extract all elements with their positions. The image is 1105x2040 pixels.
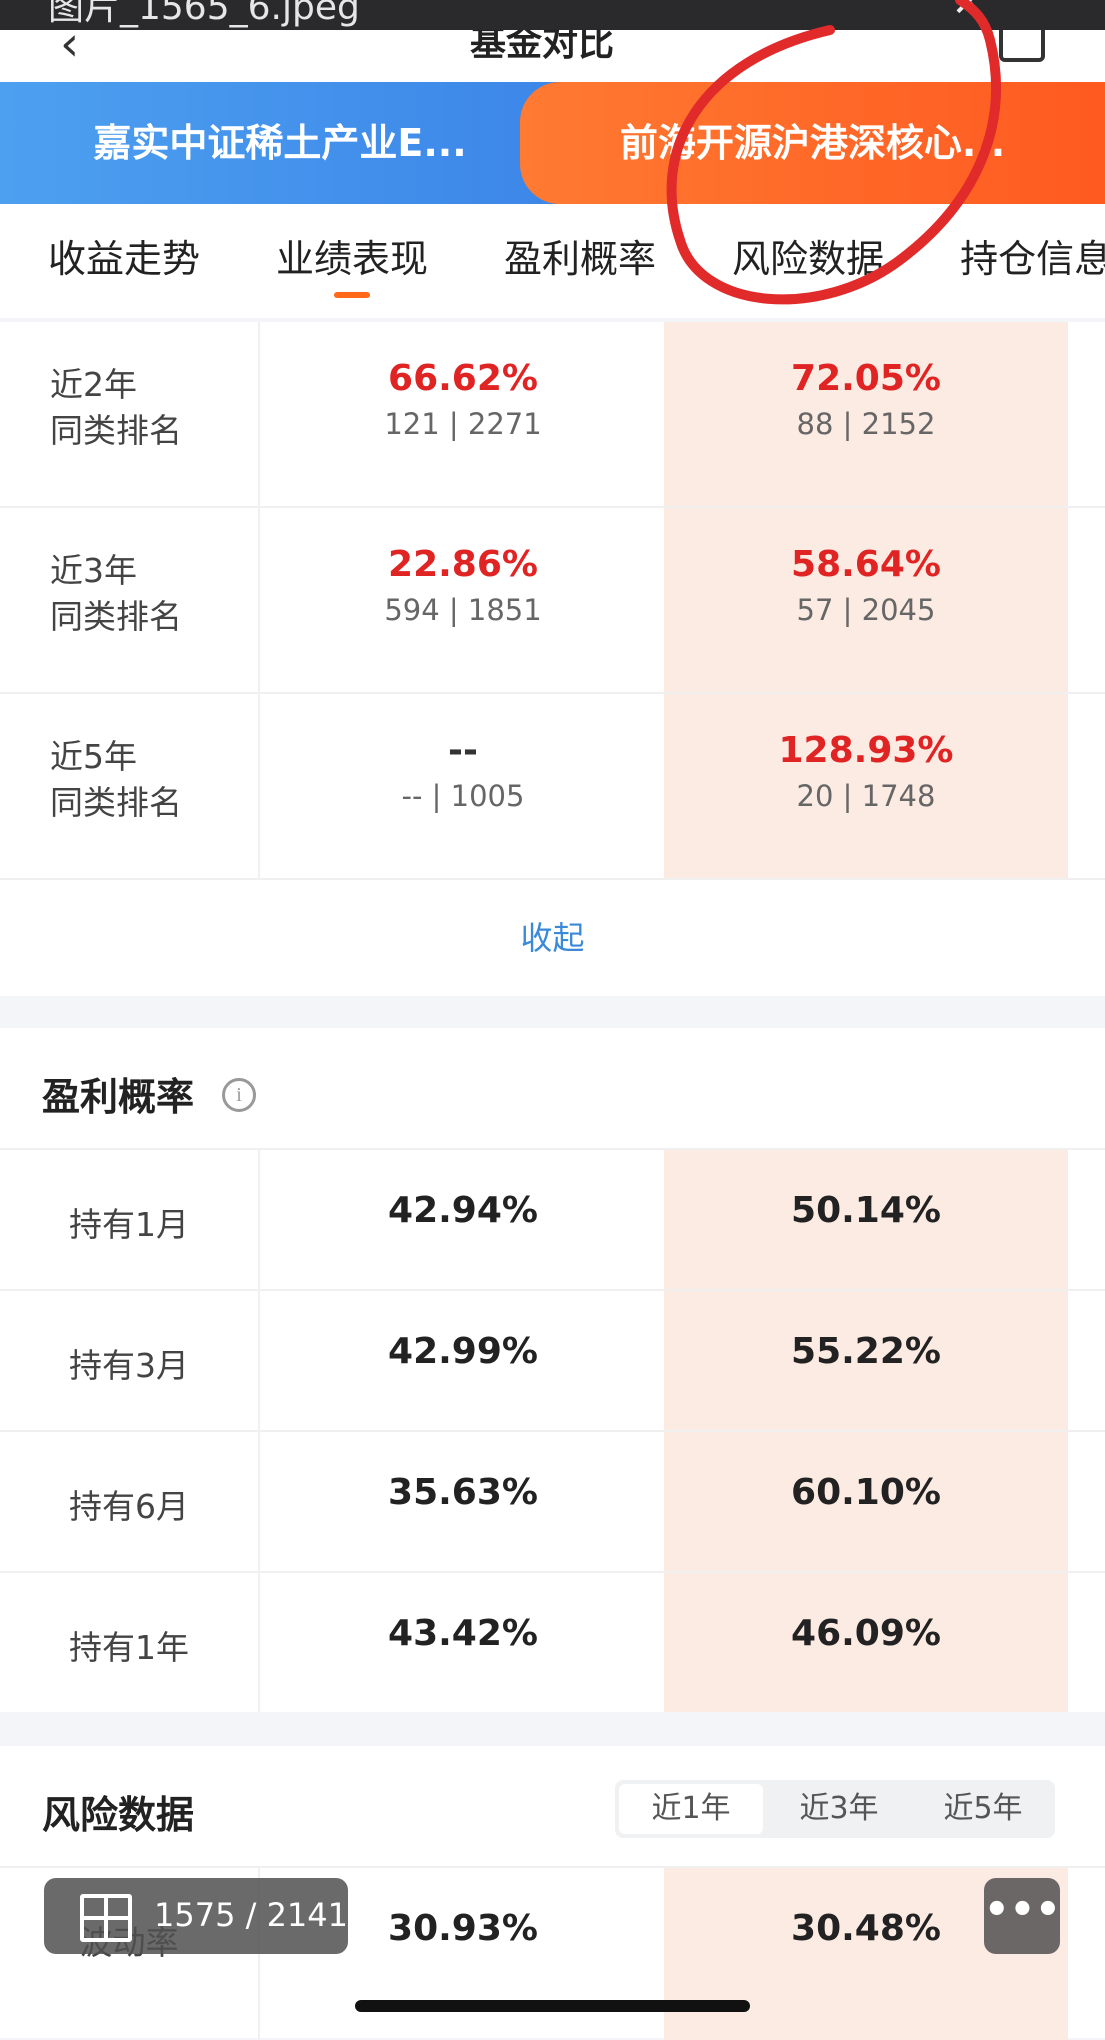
fund-a-return: 66.62% bbox=[388, 358, 538, 399]
fund-b-probability: 60.10% bbox=[791, 1472, 941, 1513]
grid-icon[interactable] bbox=[80, 1894, 132, 1942]
segment-1y[interactable]: 近1年 bbox=[619, 1784, 763, 1834]
close-icon[interactable]: ✕ bbox=[951, 0, 985, 26]
table-row: 近3年 同类排名 22.86% 594 | 1851 58.64% 57 | 2045 bbox=[0, 508, 1105, 694]
page-count: 1575 / 2141 bbox=[154, 1896, 348, 1934]
row-label: 持有6月 bbox=[69, 1487, 189, 1526]
fund-b-probability: 50.14% bbox=[791, 1190, 941, 1231]
period-segmented-control: 近1年 近3年 近5年 bbox=[615, 1780, 1055, 1838]
fund-a-return: 22.86% bbox=[388, 544, 538, 585]
viewer-topbar: 图片_1565_6.jpeg ✕ bbox=[0, 0, 1105, 30]
fund-a-rank: 121 | 2271 bbox=[384, 407, 542, 441]
fund-a-probability: 42.94% bbox=[388, 1190, 538, 1231]
section-tabs: 收益走势 业绩表现 盈利概率 风险数据 持仓信息 bbox=[0, 204, 1105, 318]
row-label: 持有3月 bbox=[69, 1346, 189, 1385]
table-row: 持有1月 42.94% 50.14% bbox=[0, 1148, 1105, 1289]
file-name: 图片_1565_6.jpeg bbox=[48, 0, 360, 28]
performance-table: 近2年 同类排名 66.62% 121 | 2271 72.05% 88 | 2152… bbox=[0, 322, 1105, 996]
chevron-left-icon[interactable]: ‹ bbox=[60, 30, 79, 72]
collapse-button[interactable]: 收起 bbox=[0, 880, 1105, 996]
fund-b-return: 128.93% bbox=[778, 730, 954, 771]
tab-holdings[interactable]: 持仓信息 bbox=[960, 204, 1105, 318]
tab-performance[interactable]: 业绩表现 bbox=[276, 204, 428, 318]
fund-a-rank: -- | 1005 bbox=[401, 779, 525, 813]
more-icon[interactable]: ••• bbox=[984, 1878, 1061, 1954]
fund-b-return: 58.64% bbox=[791, 544, 941, 585]
tab-risk-data[interactable]: 风险数据 bbox=[732, 204, 884, 318]
page-indicator[interactable]: 1575 / 2141 bbox=[44, 1878, 348, 1954]
row-label: 持有1年 bbox=[69, 1628, 189, 1667]
row-label: 近5年 同类排名 bbox=[50, 737, 182, 822]
profit-probability-section: 盈利概率 i 持有1月 42.94% 50.14% 持有3月 42.99% 55… bbox=[0, 1028, 1105, 1712]
fund-a-probability: 43.42% bbox=[388, 1613, 538, 1654]
table-row: 持有3月 42.99% 55.22% bbox=[0, 1289, 1105, 1430]
fund-compare-bar: 嘉实中证稀土产业E... 前海开源沪港深核心... bbox=[0, 82, 1105, 204]
segment-5y[interactable]: 近5年 bbox=[911, 1780, 1055, 1838]
home-indicator[interactable] bbox=[355, 2000, 750, 2012]
fund-right-name[interactable]: 前海开源沪港深核心... bbox=[520, 82, 1105, 204]
fund-a-return: -- bbox=[448, 730, 478, 771]
table-row: 持有6月 35.63% 60.10% bbox=[0, 1430, 1105, 1571]
fund-left-name[interactable]: 嘉实中证稀土产业E... bbox=[0, 82, 560, 204]
table-row: 持有1年 43.42% 46.09% bbox=[0, 1571, 1105, 1712]
section-title: 盈利概率 bbox=[42, 1075, 195, 1119]
segment-3y[interactable]: 近3年 bbox=[767, 1780, 911, 1838]
fund-b-rank: 57 | 2045 bbox=[796, 593, 936, 627]
fund-b-rank: 20 | 1748 bbox=[796, 779, 936, 813]
app-header: ‹ 基金对比 bbox=[0, 30, 1105, 82]
fund-b-probability: 55.22% bbox=[791, 1331, 941, 1372]
fund-b-return: 72.05% bbox=[791, 358, 941, 399]
section-title: 风险数据 bbox=[42, 1793, 195, 1837]
tab-return-trend[interactable]: 收益走势 bbox=[48, 204, 200, 318]
row-label: 持有1月 bbox=[69, 1205, 189, 1244]
page-title: 基金对比 bbox=[470, 30, 615, 64]
row-label: 近2年 同类排名 bbox=[50, 365, 182, 450]
fund-a-probability: 35.63% bbox=[388, 1472, 538, 1513]
fund-b-probability: 46.09% bbox=[791, 1613, 941, 1654]
fund-b-rank: 88 | 2152 bbox=[796, 407, 936, 441]
tab-profit-probability[interactable]: 盈利概率 bbox=[504, 204, 656, 318]
fund-a-probability: 42.99% bbox=[388, 1331, 538, 1372]
table-row: 近5年 同类排名 -- -- | 1005 128.93% 20 | 1748 bbox=[0, 694, 1105, 880]
square-icon[interactable] bbox=[999, 30, 1045, 62]
row-label: 近3年 同类排名 bbox=[50, 551, 182, 636]
info-icon[interactable]: i bbox=[222, 1078, 256, 1112]
fund-a-rank: 594 | 1851 bbox=[384, 593, 542, 627]
table-row: 近2年 同类排名 66.62% 121 | 2271 72.05% 88 | 2152 bbox=[0, 322, 1105, 508]
